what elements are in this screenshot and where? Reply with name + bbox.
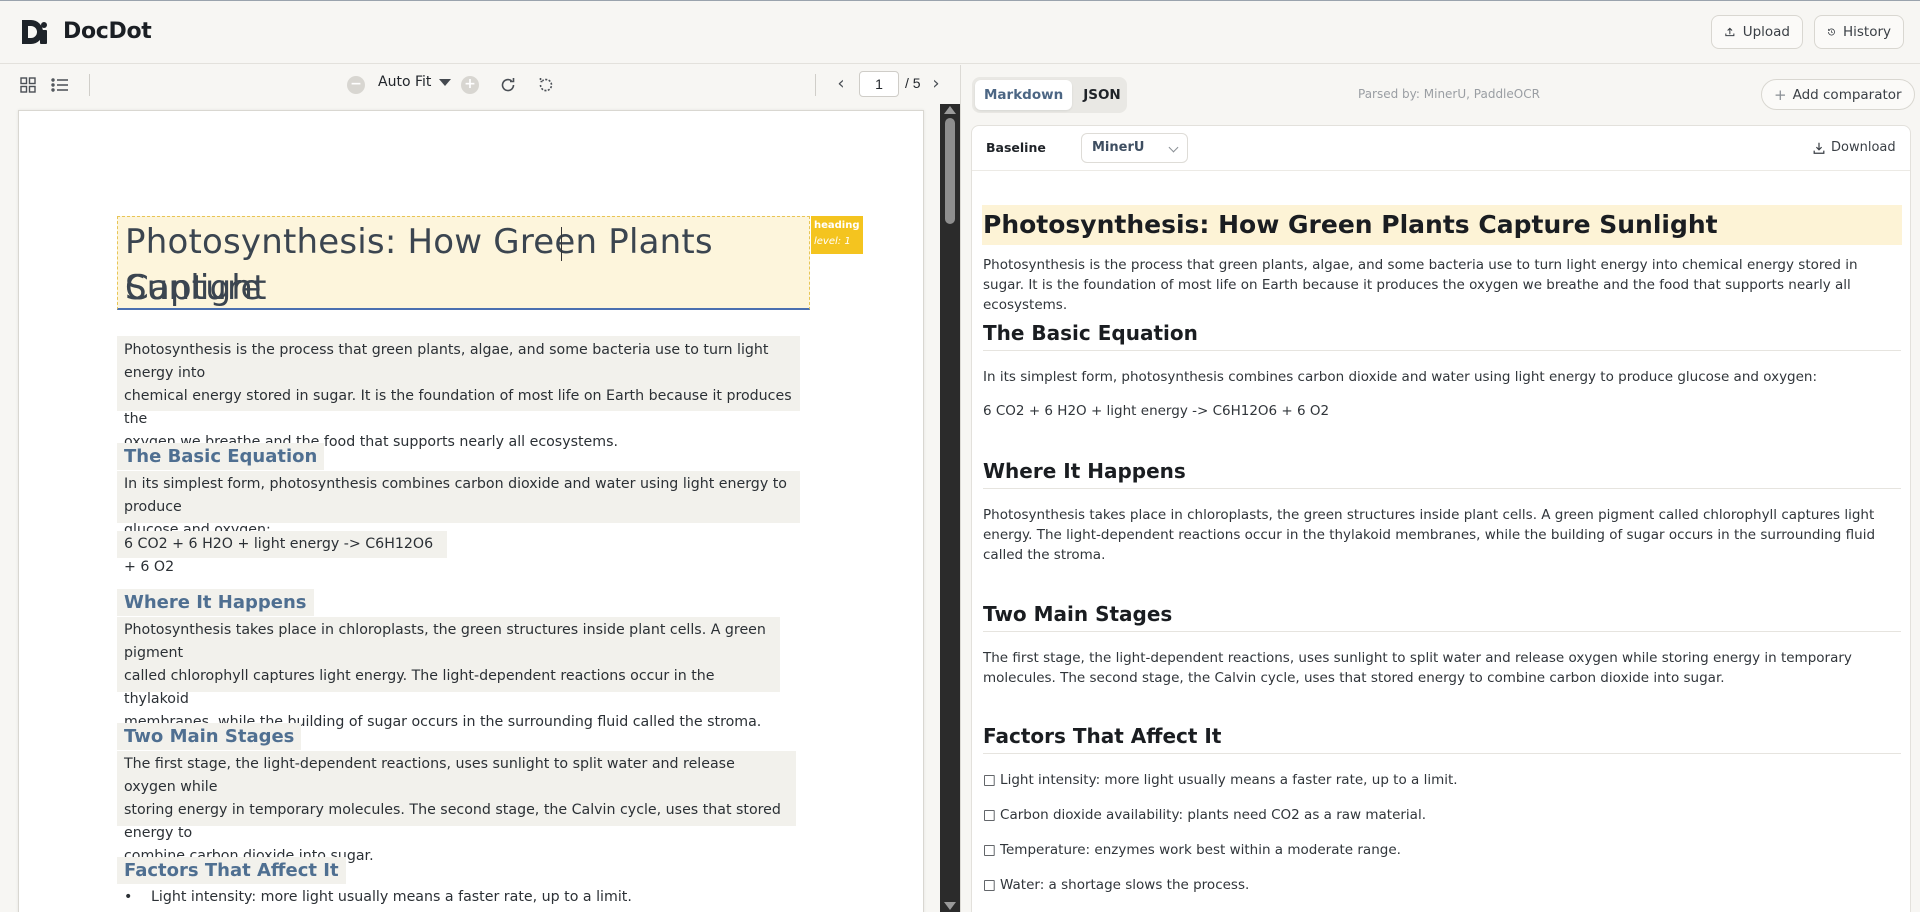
- history-icon: [1828, 28, 1835, 36]
- history-label: History: [1842, 24, 1891, 40]
- heading-stages[interactable]: Two Main Stages: [117, 723, 302, 750]
- scroll-down-icon[interactable]: [944, 902, 956, 910]
- stages-line: The first stage, the light-dependent rea…: [124, 756, 735, 795]
- add-comparator-button[interactable]: + Add comparator: [1761, 79, 1915, 110]
- toolbar-divider: [815, 74, 816, 96]
- equation: 6 CO2 + 6 H2O + light energy -> C6H12O6 …: [124, 536, 434, 575]
- baseline-label: Baseline: [986, 140, 1046, 155]
- add-comparator-label: Add comparator: [1792, 86, 1902, 103]
- zoom-in-icon[interactable]: +: [461, 76, 479, 94]
- rotate-counterclockwise-icon[interactable]: [535, 74, 557, 96]
- zoom-label: Auto Fit: [378, 74, 432, 90]
- output-tabs: Markdown JSON: [972, 77, 1127, 113]
- bullet-item[interactable]: Light intensity: more light usually mean…: [151, 889, 632, 905]
- where-line: Photosynthesis takes place in chloroplas…: [124, 622, 766, 661]
- download-label: Download: [1831, 140, 1896, 155]
- chevron-down-icon: [439, 78, 452, 86]
- toolbar-divider: [89, 74, 90, 96]
- block-type-tag: heading level: 1: [811, 216, 863, 254]
- md-equation-text[interactable]: In its simplest form, photosynthesis com…: [983, 367, 1898, 387]
- app-name: DocDot: [63, 19, 152, 44]
- md-equation[interactable]: 6 CO2 + 6 H2O + light energy -> C6H12O6 …: [983, 401, 1898, 421]
- scroll-up-icon[interactable]: [944, 106, 956, 114]
- next-page-icon[interactable]: ›: [927, 75, 945, 95]
- download-icon: [1813, 142, 1825, 154]
- scroll-thumb[interactable]: [945, 118, 955, 224]
- heading-equation[interactable]: The Basic Equation: [117, 443, 325, 470]
- doc-title-line-2: Sunlight: [125, 268, 267, 308]
- page-number-input[interactable]: 1: [859, 71, 899, 97]
- upload-button[interactable]: Upload: [1711, 15, 1803, 49]
- md-heading-equation[interactable]: The Basic Equation: [983, 318, 1901, 351]
- baseline-select[interactable]: MinerU: [1081, 133, 1188, 163]
- intro-line: Photosynthesis is the process that green…: [124, 342, 769, 381]
- chevron-down-icon: [1168, 142, 1179, 153]
- title-block[interactable]: Photosynthesis: How Green Plants Capture…: [117, 216, 810, 310]
- md-title[interactable]: Photosynthesis: How Green Plants Capture…: [982, 205, 1902, 245]
- md-bullet[interactable]: □ Carbon dioxide availability: plants ne…: [983, 805, 1898, 825]
- md-bullet[interactable]: □ Light intensity: more light usually me…: [983, 770, 1898, 790]
- history-button[interactable]: History: [1814, 15, 1904, 49]
- text-cursor: [561, 227, 562, 261]
- where-line: called chlorophyll captures light energy…: [124, 668, 715, 707]
- list-view-icon[interactable]: [49, 74, 71, 96]
- grid-view-icon[interactable]: [17, 74, 39, 96]
- results-panel: Markdown JSON Parsed by: MinerU, PaddleO…: [961, 65, 1920, 912]
- upload-label: Upload: [1742, 24, 1790, 40]
- where-block[interactable]: Photosynthesis takes place in chloroplas…: [117, 617, 780, 730]
- equation-block[interactable]: 6 CO2 + 6 H2O + light energy -> C6H12O6 …: [117, 531, 447, 575]
- tab-json[interactable]: JSON: [1074, 80, 1130, 110]
- md-heading-stages[interactable]: Two Main Stages: [983, 599, 1901, 632]
- tag-type: heading: [814, 220, 860, 231]
- zoom-out-icon[interactable]: −: [347, 76, 365, 94]
- parsed-by-text: Parsed by: MinerU, PaddleOCR: [1358, 87, 1540, 101]
- md-intro[interactable]: Photosynthesis is the process that green…: [983, 255, 1898, 315]
- document-viewer: − Auto Fit + ‹ 1 / 5 › Photosynthesis: H…: [0, 65, 960, 912]
- heading-factors[interactable]: Factors That Affect It: [117, 857, 346, 884]
- upload-icon: [1725, 27, 1735, 37]
- intro-block[interactable]: Photosynthesis is the process that green…: [117, 336, 800, 450]
- md-bullet[interactable]: □ Water: a shortage slows the process.: [983, 875, 1898, 895]
- md-heading-where[interactable]: Where It Happens: [983, 456, 1901, 489]
- tag-level: level: 1: [814, 236, 851, 247]
- stages-block[interactable]: The first stage, the light-dependent rea…: [117, 751, 796, 864]
- previous-page-icon[interactable]: ‹: [832, 75, 850, 95]
- md-heading-factors[interactable]: Factors That Affect It: [983, 721, 1901, 754]
- md-bullet[interactable]: □ Temperature: enzymes work best within …: [983, 840, 1898, 860]
- bullet-dot: •: [124, 889, 133, 905]
- card-toolbar: Baseline MinerU Download: [972, 126, 1910, 171]
- viewer-toolbar: − Auto Fit + ‹ 1 / 5 ›: [0, 65, 960, 105]
- equation-text-line: In its simplest form, photosynthesis com…: [124, 476, 787, 515]
- heading-where[interactable]: Where It Happens: [117, 589, 314, 616]
- viewer-scrollbar[interactable]: [940, 104, 960, 912]
- page-total: / 5: [905, 75, 921, 91]
- rotate-clockwise-icon[interactable]: [497, 74, 519, 96]
- docdot-logo-icon: [22, 20, 47, 44]
- stages-line: storing energy in temporary molecules. T…: [124, 802, 781, 841]
- equation-text-block[interactable]: In its simplest form, photosynthesis com…: [117, 471, 800, 538]
- intro-line: chemical energy stored in sugar. It is t…: [124, 388, 792, 427]
- download-button[interactable]: Download: [1812, 140, 1896, 155]
- markdown-card: Baseline MinerU Download Photosynthesis:…: [971, 125, 1911, 912]
- zoom-select[interactable]: Auto Fit: [378, 74, 452, 90]
- md-stages[interactable]: The first stage, the light-dependent rea…: [983, 648, 1898, 688]
- pdf-page: Photosynthesis: How Green Plants Capture…: [18, 110, 924, 912]
- baseline-value: MinerU: [1092, 140, 1145, 155]
- md-where[interactable]: Photosynthesis takes place in chloroplas…: [983, 505, 1898, 565]
- tab-markdown[interactable]: Markdown: [975, 80, 1073, 110]
- app-header: DocDot Upload History: [0, 0, 1920, 64]
- plus-icon: +: [1774, 85, 1787, 104]
